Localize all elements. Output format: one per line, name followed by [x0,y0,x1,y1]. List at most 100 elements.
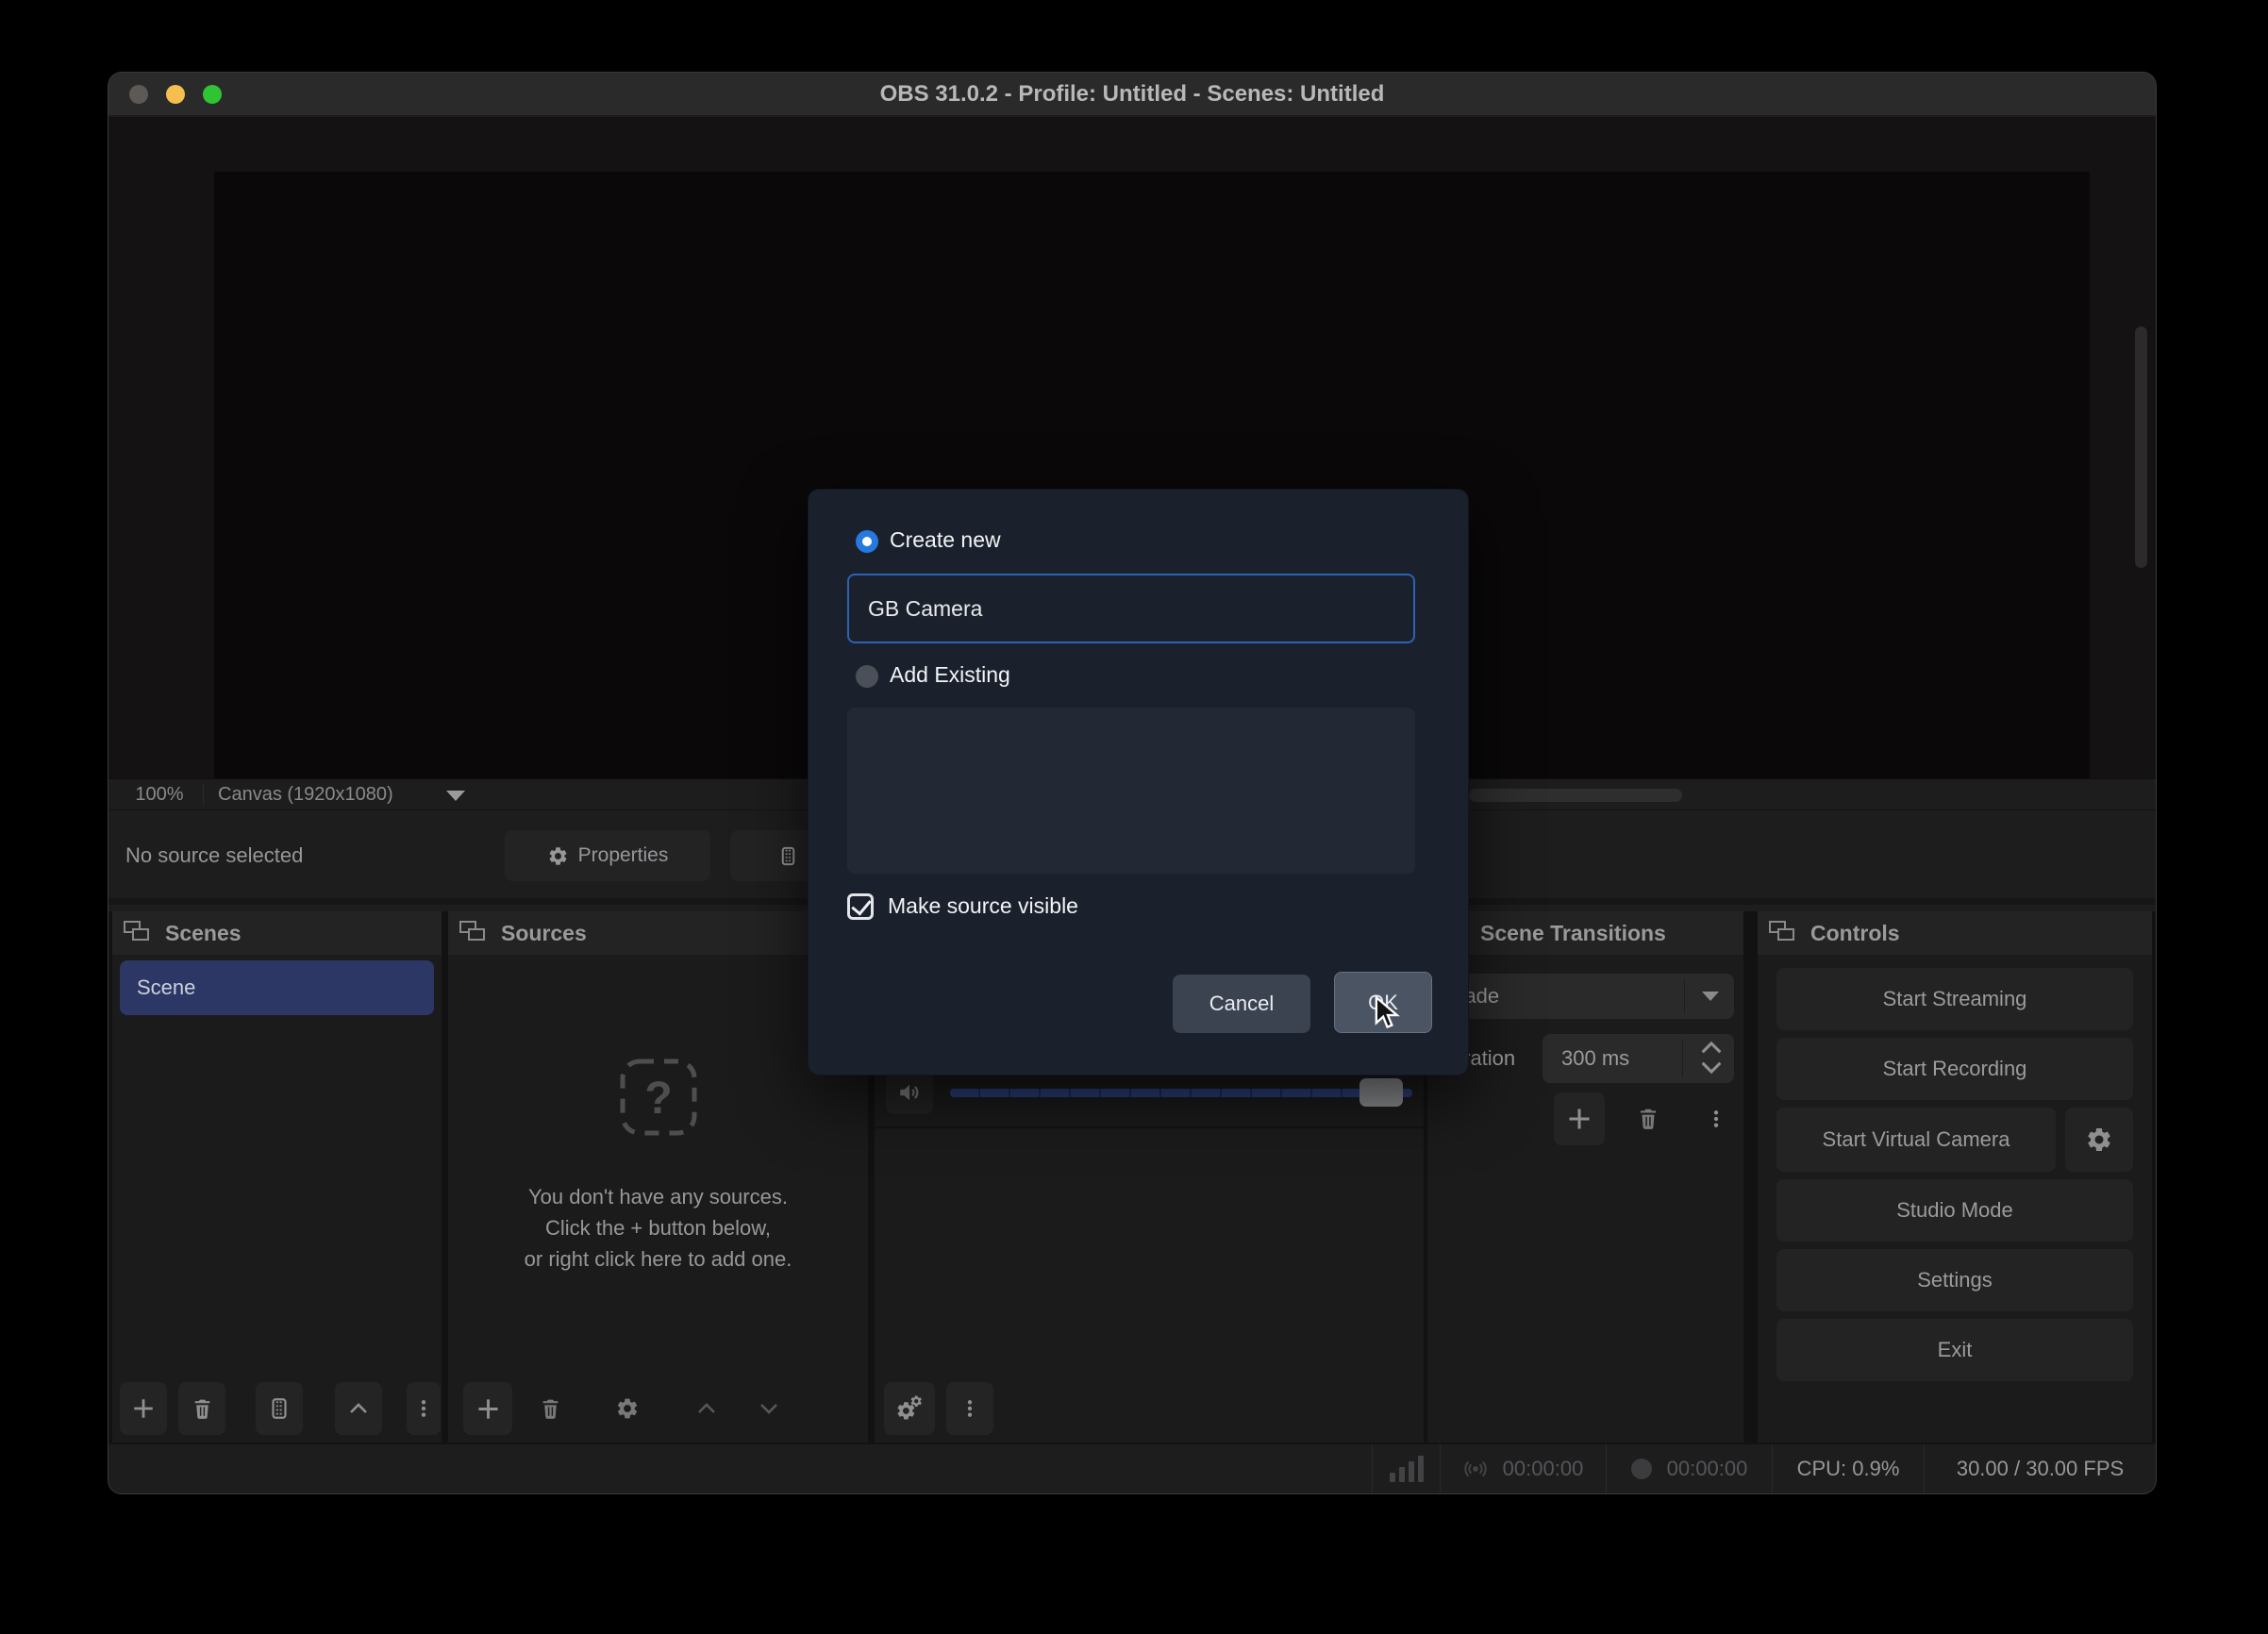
source-properties-button[interactable] [605,1382,650,1435]
connection-status-cell [1372,1444,1440,1493]
scenes-more-button[interactable] [407,1382,441,1435]
filters-icon [777,845,799,867]
settings-button[interactable]: Settings [1776,1249,2133,1311]
sources-empty-line1: You don't have any sources. [528,1181,788,1212]
scenes-dock-toolbar [112,1376,442,1442]
sources-dock-toolbar [448,1376,868,1442]
obs-window: OBS 31.0.2 - Profile: Untitled - Scenes:… [108,73,2156,1493]
speaker-icon[interactable] [886,1071,933,1114]
strip-divider [203,783,204,806]
controls-dock-title: Controls [1810,921,1900,946]
mixer-volume-row [875,1071,1424,1114]
transitions-dock-header[interactable]: Scene Transitions [1427,911,1743,955]
remove-scene-button[interactable] [178,1382,225,1435]
record-time: 00:00:00 [1667,1457,1748,1481]
sources-dock-title: Sources [501,921,587,946]
volume-slider-handle[interactable] [1359,1078,1403,1107]
canvas-dropdown-icon[interactable] [446,791,465,801]
fps-cell: 30.00 / 30.00 FPS [1924,1444,2156,1493]
add-existing-radio[interactable] [856,665,878,688]
move-source-up-button[interactable] [684,1382,729,1435]
virtual-camera-config-button[interactable] [2065,1108,2133,1172]
make-source-visible-checkbox[interactable] [847,893,874,920]
studio-mode-button[interactable]: Studio Mode [1776,1179,2133,1242]
transitions-toolbar [1427,1091,1743,1151]
preview-zoom-level[interactable]: 100% [122,779,197,809]
no-source-selected-label: No source selected [125,812,303,898]
chevron-down-icon [1702,992,1719,1001]
start-virtual-camera-button[interactable]: Start Virtual Camera [1776,1108,2056,1172]
source-name-input[interactable] [847,574,1415,643]
remove-transition-button[interactable] [1626,1092,1671,1145]
add-scene-button[interactable] [120,1382,167,1435]
move-scene-up-button[interactable] [335,1382,382,1435]
mixer-separator [875,1126,1424,1128]
preview-vertical-scrollbar[interactable] [2135,326,2147,568]
close-window-button [129,85,148,104]
cancel-button[interactable]: Cancel [1173,975,1310,1033]
scenes-dock-header[interactable]: Scenes [112,911,442,955]
mixer-more-button[interactable] [946,1382,993,1435]
titlebar[interactable]: OBS 31.0.2 - Profile: Untitled - Scenes:… [108,73,2156,116]
transitions-more-button[interactable] [1695,1092,1737,1145]
sources-dock: Sources ? You don't have any sources. Cl… [448,911,868,1442]
sources-dock-header[interactable]: Sources [448,911,868,955]
spin-divider [1682,1040,1683,1077]
existing-sources-list[interactable] [847,708,1415,874]
remove-source-button[interactable] [527,1382,573,1435]
canvas-resolution-label[interactable]: Canvas (1920x1080) [218,779,393,809]
spin-down-icon[interactable] [1698,1059,1725,1077]
start-recording-button[interactable]: Start Recording [1776,1038,2133,1100]
create-source-dialog: Create new Add Existing Make source visi… [808,489,1469,1075]
mixer-settings-button[interactable] [884,1382,935,1435]
make-source-visible-label: Make source visible [888,893,1078,919]
scene-list-item[interactable]: Scene [120,960,434,1015]
scenes-dock: Scenes Scene [112,911,442,1442]
controls-dock-header[interactable]: Controls [1758,911,2152,955]
start-streaming-button[interactable]: Start Streaming [1776,968,2133,1030]
transitions-dock-title: Scene Transitions [1480,921,1666,946]
stream-time-cell: 00:00:00 [1440,1444,1606,1493]
scenes-dock-title: Scenes [165,921,242,946]
preview-horizontal-scrollbar[interactable] [1469,789,1682,802]
create-new-radio[interactable] [856,530,878,553]
record-time-cell: 00:00:00 [1606,1444,1772,1493]
duration-spinbox[interactable]: 300 ms [1543,1034,1734,1083]
panes-icon [1769,921,1797,945]
volume-slider-track[interactable] [950,1089,1412,1097]
broadcast-icon [1463,1457,1488,1481]
create-new-label: Create new [890,527,1001,553]
sources-empty-line2: Click the + button below, [545,1212,771,1243]
svg-text:?: ? [644,1074,672,1124]
question-mark-icon: ? [618,1057,699,1138]
zoom-window-button[interactable] [203,85,222,104]
properties-button[interactable]: Properties [505,830,710,881]
desktop-background: OBS 31.0.2 - Profile: Untitled - Scenes:… [0,0,2268,1634]
scene-transitions-dock: Scene Transitions Fade Duration 300 ms [1427,911,1743,1442]
stream-time: 00:00:00 [1503,1457,1584,1481]
panes-icon [124,921,152,945]
duration-value: 300 ms [1561,1046,1629,1071]
add-existing-label: Add Existing [890,662,1010,688]
mouse-cursor-icon [1373,995,1405,1031]
scene-filters-button[interactable] [256,1382,303,1435]
scene-item-label: Scene [137,975,195,1000]
spin-up-icon[interactable] [1698,1038,1725,1057]
record-icon [1631,1459,1652,1479]
minimize-window-button[interactable] [166,85,185,104]
signal-bars-icon [1390,1456,1424,1482]
exit-button[interactable]: Exit [1776,1319,2133,1381]
transition-select[interactable]: Fade [1437,974,1734,1019]
properties-button-label: Properties [578,844,669,867]
fps-value: 30.00 / 30.00 FPS [1957,1457,2124,1481]
move-source-down-button[interactable] [746,1382,792,1435]
sources-empty-state[interactable]: ? You don't have any sources. Click the … [448,955,868,1376]
window-title: OBS 31.0.2 - Profile: Untitled - Scenes:… [880,81,1385,108]
status-bar: 00:00:00 00:00:00 CPU: 0.9% 30.00 / 30.0… [108,1442,2156,1493]
panes-icon [459,921,488,945]
add-transition-button[interactable] [1554,1092,1605,1145]
gear-icon [547,845,569,867]
cpu-usage: CPU: 0.9% [1797,1457,1900,1481]
add-source-button[interactable] [463,1382,512,1435]
cpu-usage-cell: CPU: 0.9% [1772,1444,1924,1493]
